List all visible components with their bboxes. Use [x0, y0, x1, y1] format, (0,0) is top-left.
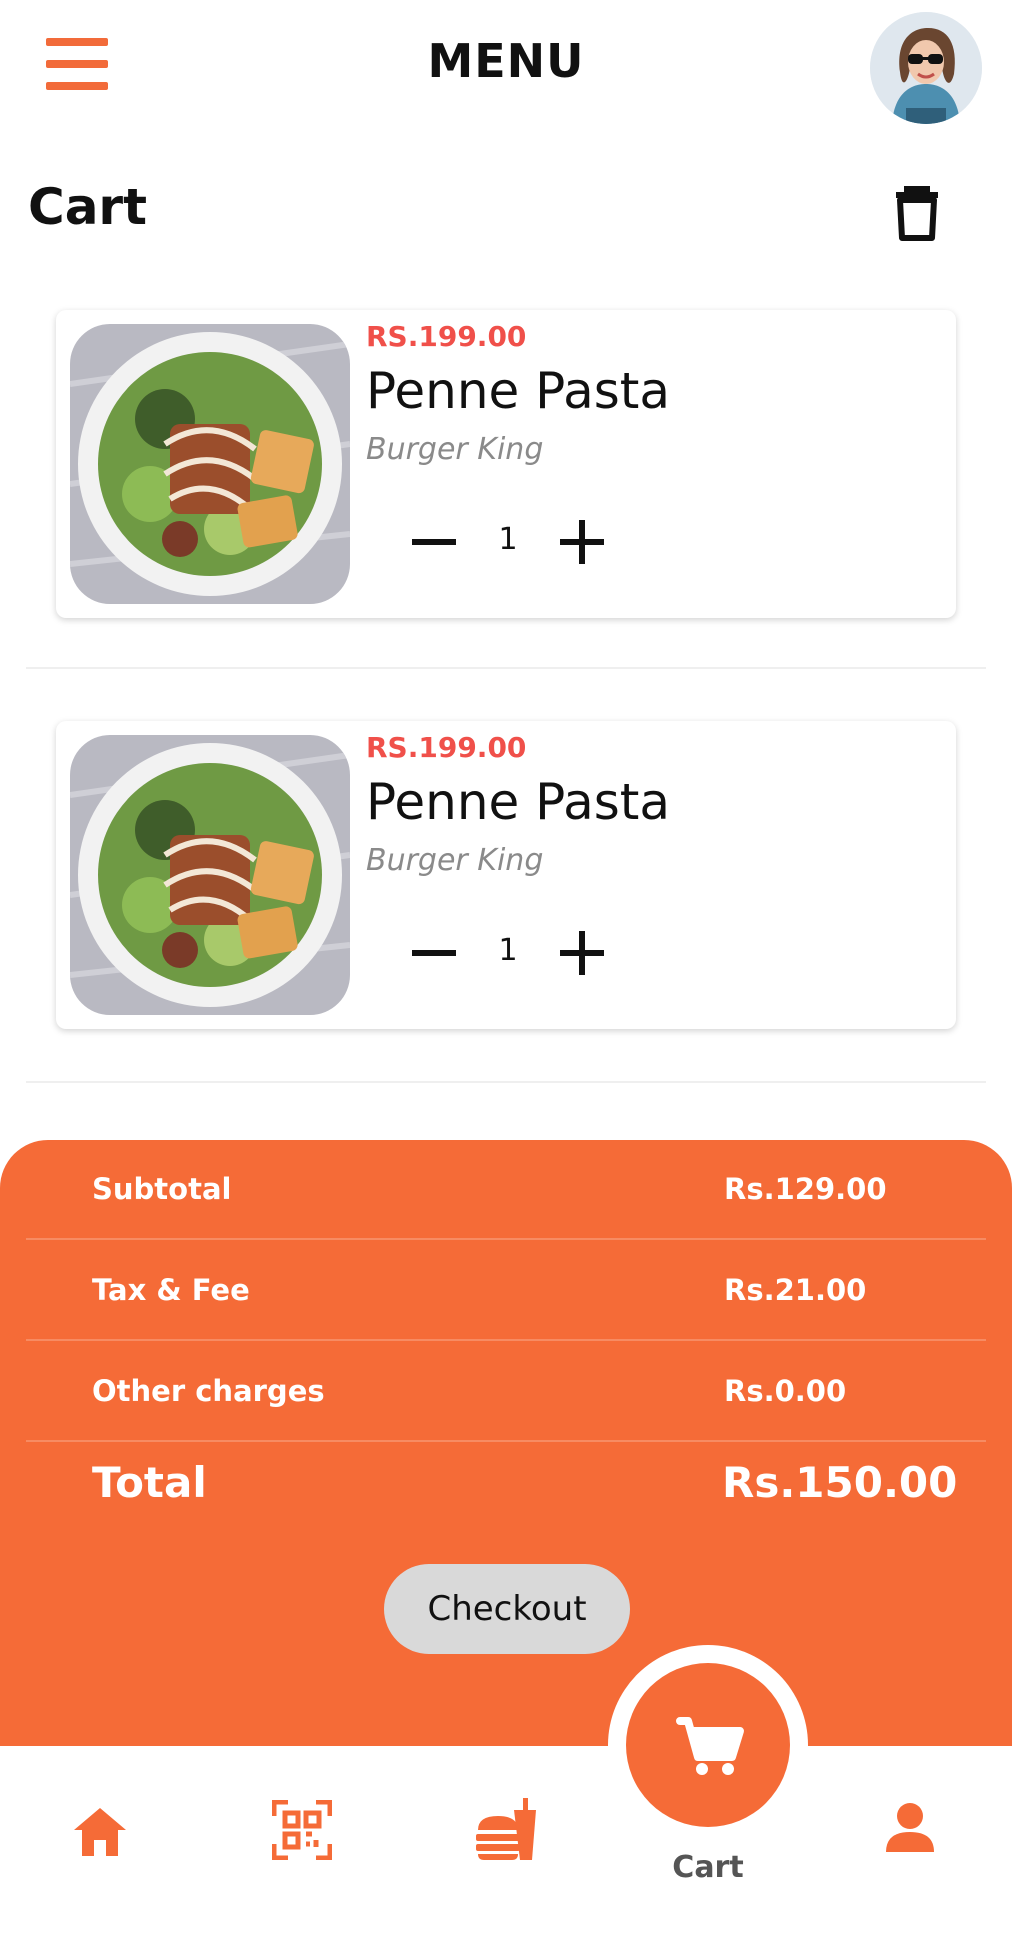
item-quantity: 1 — [498, 933, 518, 968]
item-price: RS.199.00 — [366, 320, 527, 353]
food-image — [70, 324, 350, 604]
other-charges-value: Rs.0.00 — [724, 1374, 847, 1408]
item-quantity: 1 — [498, 522, 518, 557]
profile-icon[interactable] — [884, 1802, 936, 1854]
food-image — [70, 735, 350, 1015]
item-name: Penne Pasta — [366, 362, 671, 420]
divider — [26, 667, 986, 669]
divider — [26, 1238, 986, 1240]
increase-quantity-button[interactable] — [560, 931, 604, 975]
other-charges-label: Other charges — [92, 1374, 325, 1408]
cart-item-card: RS.199.00 Penne Pasta Burger King 1 — [56, 310, 956, 618]
divider — [26, 1081, 986, 1083]
summary-row-other: Other charges Rs.0.00 — [0, 1342, 1012, 1442]
item-store: Burger King — [366, 843, 544, 878]
page-title: MENU — [427, 34, 585, 88]
item-store: Burger King — [366, 432, 544, 467]
home-icon[interactable] — [72, 1806, 128, 1858]
food-menu-icon[interactable] — [474, 1796, 540, 1862]
decrease-quantity-button[interactable] — [412, 931, 456, 975]
total-value: Rs.150.00 — [722, 1458, 958, 1507]
item-price: RS.199.00 — [366, 731, 527, 764]
summary-row-tax: Tax & Fee Rs.21.00 — [0, 1241, 1012, 1341]
tax-label: Tax & Fee — [92, 1273, 250, 1307]
checkout-button[interactable]: Checkout — [384, 1564, 630, 1654]
cart-heading: Cart — [28, 178, 147, 236]
qr-scan-icon[interactable] — [271, 1799, 333, 1861]
divider — [26, 1440, 986, 1442]
subtotal-label: Subtotal — [92, 1172, 232, 1206]
bottom-navigation — [0, 1746, 1012, 1934]
divider — [26, 1339, 986, 1341]
subtotal-value: Rs.129.00 — [724, 1172, 887, 1206]
cart-icon — [676, 1717, 744, 1775]
order-summary-panel: Subtotal Rs.129.00 Tax & Fee Rs.21.00 Ot… — [0, 1140, 1012, 1760]
tax-value: Rs.21.00 — [724, 1273, 867, 1307]
cart-item-card: RS.199.00 Penne Pasta Burger King 1 — [56, 721, 956, 1029]
total-label: Total — [92, 1458, 207, 1507]
item-name: Penne Pasta — [366, 773, 671, 831]
cart-nav-label[interactable]: Cart — [616, 1850, 800, 1885]
increase-quantity-button[interactable] — [560, 520, 604, 564]
decrease-quantity-button[interactable] — [412, 520, 456, 564]
summary-row-subtotal: Subtotal Rs.129.00 — [0, 1140, 1012, 1240]
trash-icon[interactable] — [890, 182, 944, 242]
cart-nav-button[interactable] — [626, 1663, 790, 1827]
avatar[interactable] — [870, 12, 982, 124]
